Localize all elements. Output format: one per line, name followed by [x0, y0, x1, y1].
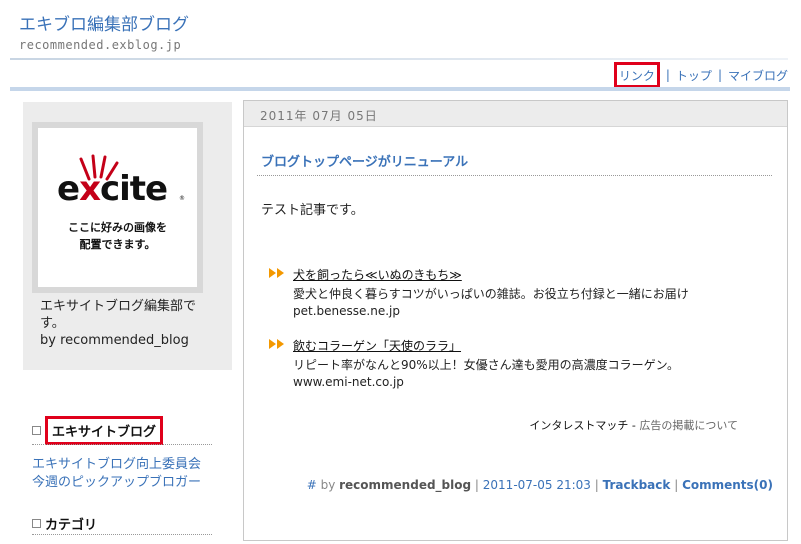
- section-divider: [32, 444, 212, 445]
- by-label: by: [320, 478, 336, 492]
- profile-name: エキサイトブログ編集部です。: [40, 299, 197, 331]
- comments-link[interactable]: Comments(0): [682, 478, 773, 492]
- trackback-link[interactable]: Trackback: [603, 478, 671, 492]
- blog-url: recommended.exblog.jp: [19, 38, 182, 52]
- ad-description: リピート率がなんと90%以上！女優さん達も愛用の高濃度コラーゲン。: [293, 358, 679, 372]
- ad-domain: pet.benesse.ne.jp: [293, 304, 400, 318]
- sidebar-link-pickup[interactable]: 今週のピックアップブロガー: [32, 471, 201, 490]
- ad-title-link[interactable]: 飲むコラーゲン「天使のララ」: [293, 337, 461, 354]
- ad-description: 愛犬と仲良く暮らすコツがいっぱいの雑誌。お役立ち付録と一緒にお届け: [293, 287, 689, 301]
- square-bullet-icon: [32, 519, 41, 528]
- nav-link-myblog[interactable]: マイブログ: [728, 67, 788, 84]
- sidebar: excite ® ここに好みの画像を 配置できます。 エキサイトブログ編集部です…: [23, 102, 232, 544]
- post-timestamp[interactable]: 2011-07-05 21:03: [483, 478, 591, 492]
- profile-image-caption: ここに好みの画像を 配置できます。: [68, 221, 167, 251]
- ad-credit-separator: -: [628, 419, 640, 432]
- profile-image-frame: excite ® ここに好みの画像を 配置できます。: [32, 122, 203, 293]
- ad-credit: インタレストマッチ - 広告の掲載について: [529, 417, 738, 433]
- section-heading-highlight: エキサイトブログ: [45, 416, 164, 445]
- trademark-mark: ®: [179, 195, 185, 202]
- nav-separator: |: [717, 68, 722, 82]
- top-nav: リンク | トップ | マイブログ: [613, 62, 788, 88]
- post-body: テスト記事です。: [261, 203, 364, 218]
- section-heading-category: カテゴリ: [32, 514, 97, 533]
- permalink-hash[interactable]: #: [307, 478, 317, 492]
- post-date: 2011年 07月 05日: [260, 109, 378, 123]
- double-arrow-icon: [269, 268, 284, 278]
- section-heading-excite-blog: エキサイトブログ: [32, 416, 164, 445]
- excite-logo: excite: [57, 169, 168, 209]
- ad-domain: www.emi-net.co.jp: [293, 375, 404, 389]
- blog-title[interactable]: エキブロ編集部ブログ: [19, 10, 189, 35]
- header-bar: [10, 87, 790, 91]
- profile-image[interactable]: excite ® ここに好みの画像を 配置できます。: [43, 133, 192, 282]
- sidebar-link-committee[interactable]: エキサイトブログ向上委員会: [32, 453, 201, 472]
- post-date-bar: 2011年 07月 05日: [244, 101, 787, 127]
- post-footer: # by recommended_blog | 2011-07-05 21:03…: [306, 478, 773, 492]
- nav-link-links[interactable]: リンク: [619, 69, 655, 83]
- nav-separator: |: [665, 68, 670, 82]
- section-divider: [32, 534, 212, 535]
- nav-link-top[interactable]: トップ: [676, 67, 712, 84]
- ad-about-link[interactable]: 広告の掲載について: [639, 419, 738, 432]
- post-title[interactable]: ブログトップページがリニューアル: [261, 151, 468, 170]
- double-arrow-icon: [269, 339, 284, 349]
- nav-highlight-box: リンク: [613, 62, 660, 88]
- sidebar-sections: エキサイトブログ エキサイトブログ向上委員会 今週のピックアップブロガー カテゴ…: [23, 370, 232, 544]
- title-divider: [257, 175, 772, 176]
- square-bullet-icon: [32, 426, 41, 435]
- interest-match-label[interactable]: インタレストマッチ: [529, 419, 628, 432]
- post-container: 2011年 07月 05日 ブログトップページがリニューアル テスト記事です。 …: [243, 100, 788, 541]
- header-divider: [10, 58, 788, 60]
- post-author: recommended_blog: [339, 478, 472, 492]
- profile-description: エキサイトブログ編集部です。 by recommended_blog: [40, 298, 215, 349]
- ad-title-link[interactable]: 犬を飼ったら≪いぬのきもち≫: [293, 266, 462, 283]
- profile-byline: by recommended_blog: [40, 333, 189, 348]
